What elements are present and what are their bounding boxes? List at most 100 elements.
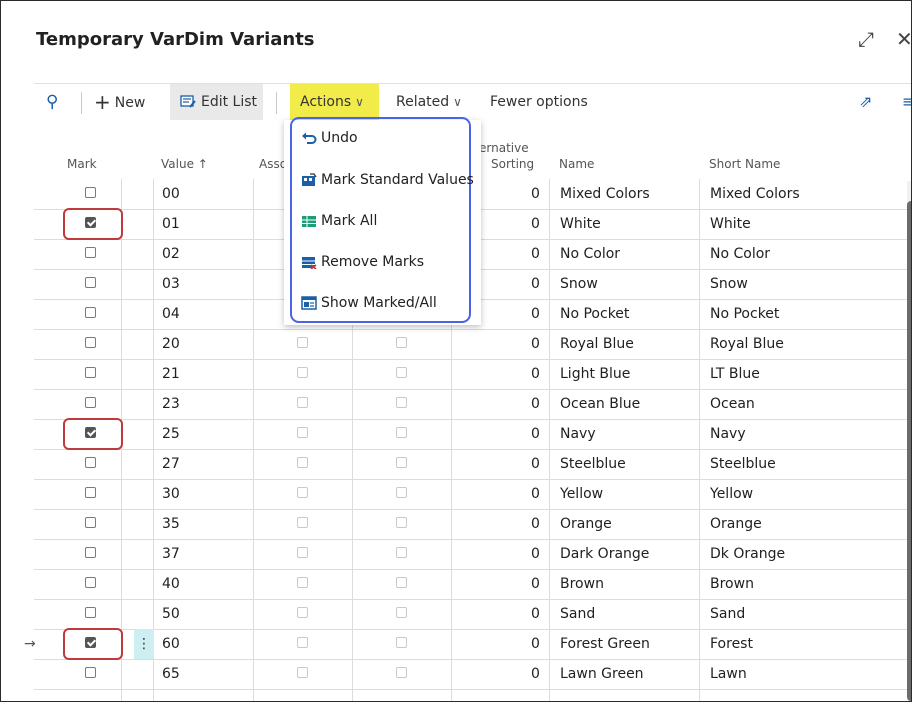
- mark-checkbox[interactable]: [85, 307, 96, 318]
- table-row[interactable]: 21 0 Light Blue LT Blue: [34, 359, 911, 390]
- value-cell[interactable]: 37: [162, 539, 180, 569]
- table-row[interactable]: 50 0 Sand Sand: [34, 599, 911, 630]
- value-cell[interactable]: 60: [162, 629, 180, 659]
- name-cell[interactable]: Steelblue: [560, 449, 626, 479]
- value-cell[interactable]: 25: [162, 419, 180, 449]
- list-view-icon[interactable]: ≡: [902, 84, 911, 120]
- assoc-checkbox[interactable]: [297, 337, 308, 348]
- option-checkbox[interactable]: [396, 577, 407, 588]
- name-cell[interactable]: Light Blue: [560, 359, 630, 389]
- related-menu-button[interactable]: Related ∨: [396, 84, 462, 120]
- expand-icon[interactable]: ⤢: [858, 29, 874, 49]
- table-row[interactable]: 23 0 Ocean Blue Ocean: [34, 389, 911, 420]
- table-row[interactable]: → ⋮ 60 0 Forest Green Forest: [24, 629, 911, 660]
- new-button[interactable]: + New: [94, 84, 145, 120]
- alt-sorting-cell[interactable]: 0: [531, 389, 540, 419]
- short-name-cell[interactable]: Sand: [710, 599, 745, 629]
- name-cell[interactable]: No Color: [560, 239, 620, 269]
- menu-item-remove-marks[interactable]: Remove Marks: [301, 252, 424, 272]
- option-checkbox[interactable]: [396, 457, 407, 468]
- mark-checkbox[interactable]: [85, 397, 96, 408]
- name-cell[interactable]: Yellow: [560, 479, 603, 509]
- assoc-checkbox[interactable]: [297, 667, 308, 678]
- option-checkbox[interactable]: [396, 607, 407, 618]
- short-name-cell[interactable]: Navy: [710, 419, 746, 449]
- alt-sorting-cell[interactable]: 0: [531, 359, 540, 389]
- actions-menu-button[interactable]: Actions ∨: [290, 84, 379, 120]
- assoc-checkbox[interactable]: [297, 457, 308, 468]
- option-checkbox[interactable]: [396, 547, 407, 558]
- column-header-value[interactable]: Value ↑: [161, 157, 208, 171]
- option-checkbox[interactable]: [396, 667, 407, 678]
- search-icon[interactable]: ⚲: [46, 84, 58, 120]
- alt-sorting-cell[interactable]: 0: [531, 659, 540, 689]
- value-cell[interactable]: 21: [162, 359, 180, 389]
- name-cell[interactable]: No Pocket: [560, 299, 629, 329]
- value-cell[interactable]: 65: [162, 659, 180, 689]
- table-row[interactable]: 27 0 Steelblue Steelblue: [34, 449, 911, 480]
- short-name-cell[interactable]: Steelblue: [710, 449, 776, 479]
- mark-checkbox[interactable]: [85, 337, 96, 348]
- short-name-cell[interactable]: Ocean: [710, 389, 755, 419]
- table-row[interactable]: 35 0 Orange Orange: [34, 509, 911, 540]
- value-cell[interactable]: 35: [162, 509, 180, 539]
- value-cell[interactable]: 20: [162, 329, 180, 359]
- column-header-short-name[interactable]: Short Name: [709, 157, 780, 171]
- alt-sorting-cell[interactable]: 0: [531, 509, 540, 539]
- share-icon[interactable]: ⇗: [859, 84, 872, 120]
- alt-sorting-cell[interactable]: 0: [531, 179, 540, 209]
- name-cell[interactable]: Orange: [560, 509, 612, 539]
- short-name-cell[interactable]: Orange: [710, 509, 762, 539]
- alt-sorting-cell[interactable]: 0: [531, 329, 540, 359]
- name-cell[interactable]: Lawn Green: [560, 659, 644, 689]
- assoc-checkbox[interactable]: [297, 487, 308, 498]
- table-row[interactable]: 65 0 Lawn Green Lawn: [34, 659, 911, 690]
- short-name-cell[interactable]: Yellow: [710, 479, 753, 509]
- value-cell[interactable]: 03: [162, 269, 180, 299]
- value-cell[interactable]: 40: [162, 569, 180, 599]
- option-checkbox[interactable]: [396, 397, 407, 408]
- column-header-name[interactable]: Name: [559, 157, 594, 171]
- name-cell[interactable]: Royal Blue: [560, 329, 634, 359]
- option-checkbox[interactable]: [396, 427, 407, 438]
- mark-checkbox[interactable]: [85, 277, 96, 288]
- alt-sorting-cell[interactable]: 0: [531, 239, 540, 269]
- short-name-cell[interactable]: LT Blue: [710, 359, 760, 389]
- mark-checkbox[interactable]: [85, 457, 96, 468]
- alt-sorting-cell[interactable]: 0: [531, 209, 540, 239]
- name-cell[interactable]: Mixed Colors: [560, 179, 650, 209]
- short-name-cell[interactable]: Brown: [710, 569, 754, 599]
- table-row[interactable]: 40 0 Brown Brown: [34, 569, 911, 600]
- menu-item-mark-standard-values[interactable]: Mark Standard Values: [301, 170, 474, 190]
- close-icon[interactable]: ✕: [896, 29, 911, 49]
- option-checkbox[interactable]: [396, 337, 407, 348]
- value-cell[interactable]: 30: [162, 479, 180, 509]
- option-checkbox[interactable]: [396, 367, 407, 378]
- mark-checkbox[interactable]: [85, 187, 96, 198]
- short-name-cell[interactable]: No Pocket: [710, 299, 779, 329]
- menu-item-mark-all[interactable]: Mark All: [301, 211, 377, 231]
- value-cell[interactable]: 01: [162, 209, 180, 239]
- alt-sorting-cell[interactable]: 0: [531, 599, 540, 629]
- value-cell[interactable]: 04: [162, 299, 180, 329]
- assoc-checkbox[interactable]: [297, 547, 308, 558]
- short-name-cell[interactable]: Mixed Colors: [710, 179, 800, 209]
- value-cell[interactable]: 00: [162, 179, 180, 209]
- short-name-cell[interactable]: No Color: [710, 239, 770, 269]
- row-menu-icon[interactable]: ⋮: [134, 629, 154, 659]
- option-checkbox[interactable]: [396, 637, 407, 648]
- value-cell[interactable]: 02: [162, 239, 180, 269]
- assoc-checkbox[interactable]: [297, 607, 308, 618]
- assoc-checkbox[interactable]: [297, 397, 308, 408]
- scrollbar-thumb[interactable]: [907, 201, 911, 701]
- alt-sorting-cell[interactable]: 0: [531, 269, 540, 299]
- alt-sorting-cell[interactable]: 0: [531, 539, 540, 569]
- alt-sorting-cell[interactable]: 0: [531, 299, 540, 329]
- name-cell[interactable]: Dark Orange: [560, 539, 649, 569]
- alt-sorting-cell[interactable]: 0: [531, 629, 540, 659]
- mark-checkbox[interactable]: [85, 487, 96, 498]
- alt-sorting-cell[interactable]: 0: [531, 449, 540, 479]
- assoc-checkbox[interactable]: [297, 517, 308, 528]
- value-cell[interactable]: 23: [162, 389, 180, 419]
- value-cell[interactable]: 50: [162, 599, 180, 629]
